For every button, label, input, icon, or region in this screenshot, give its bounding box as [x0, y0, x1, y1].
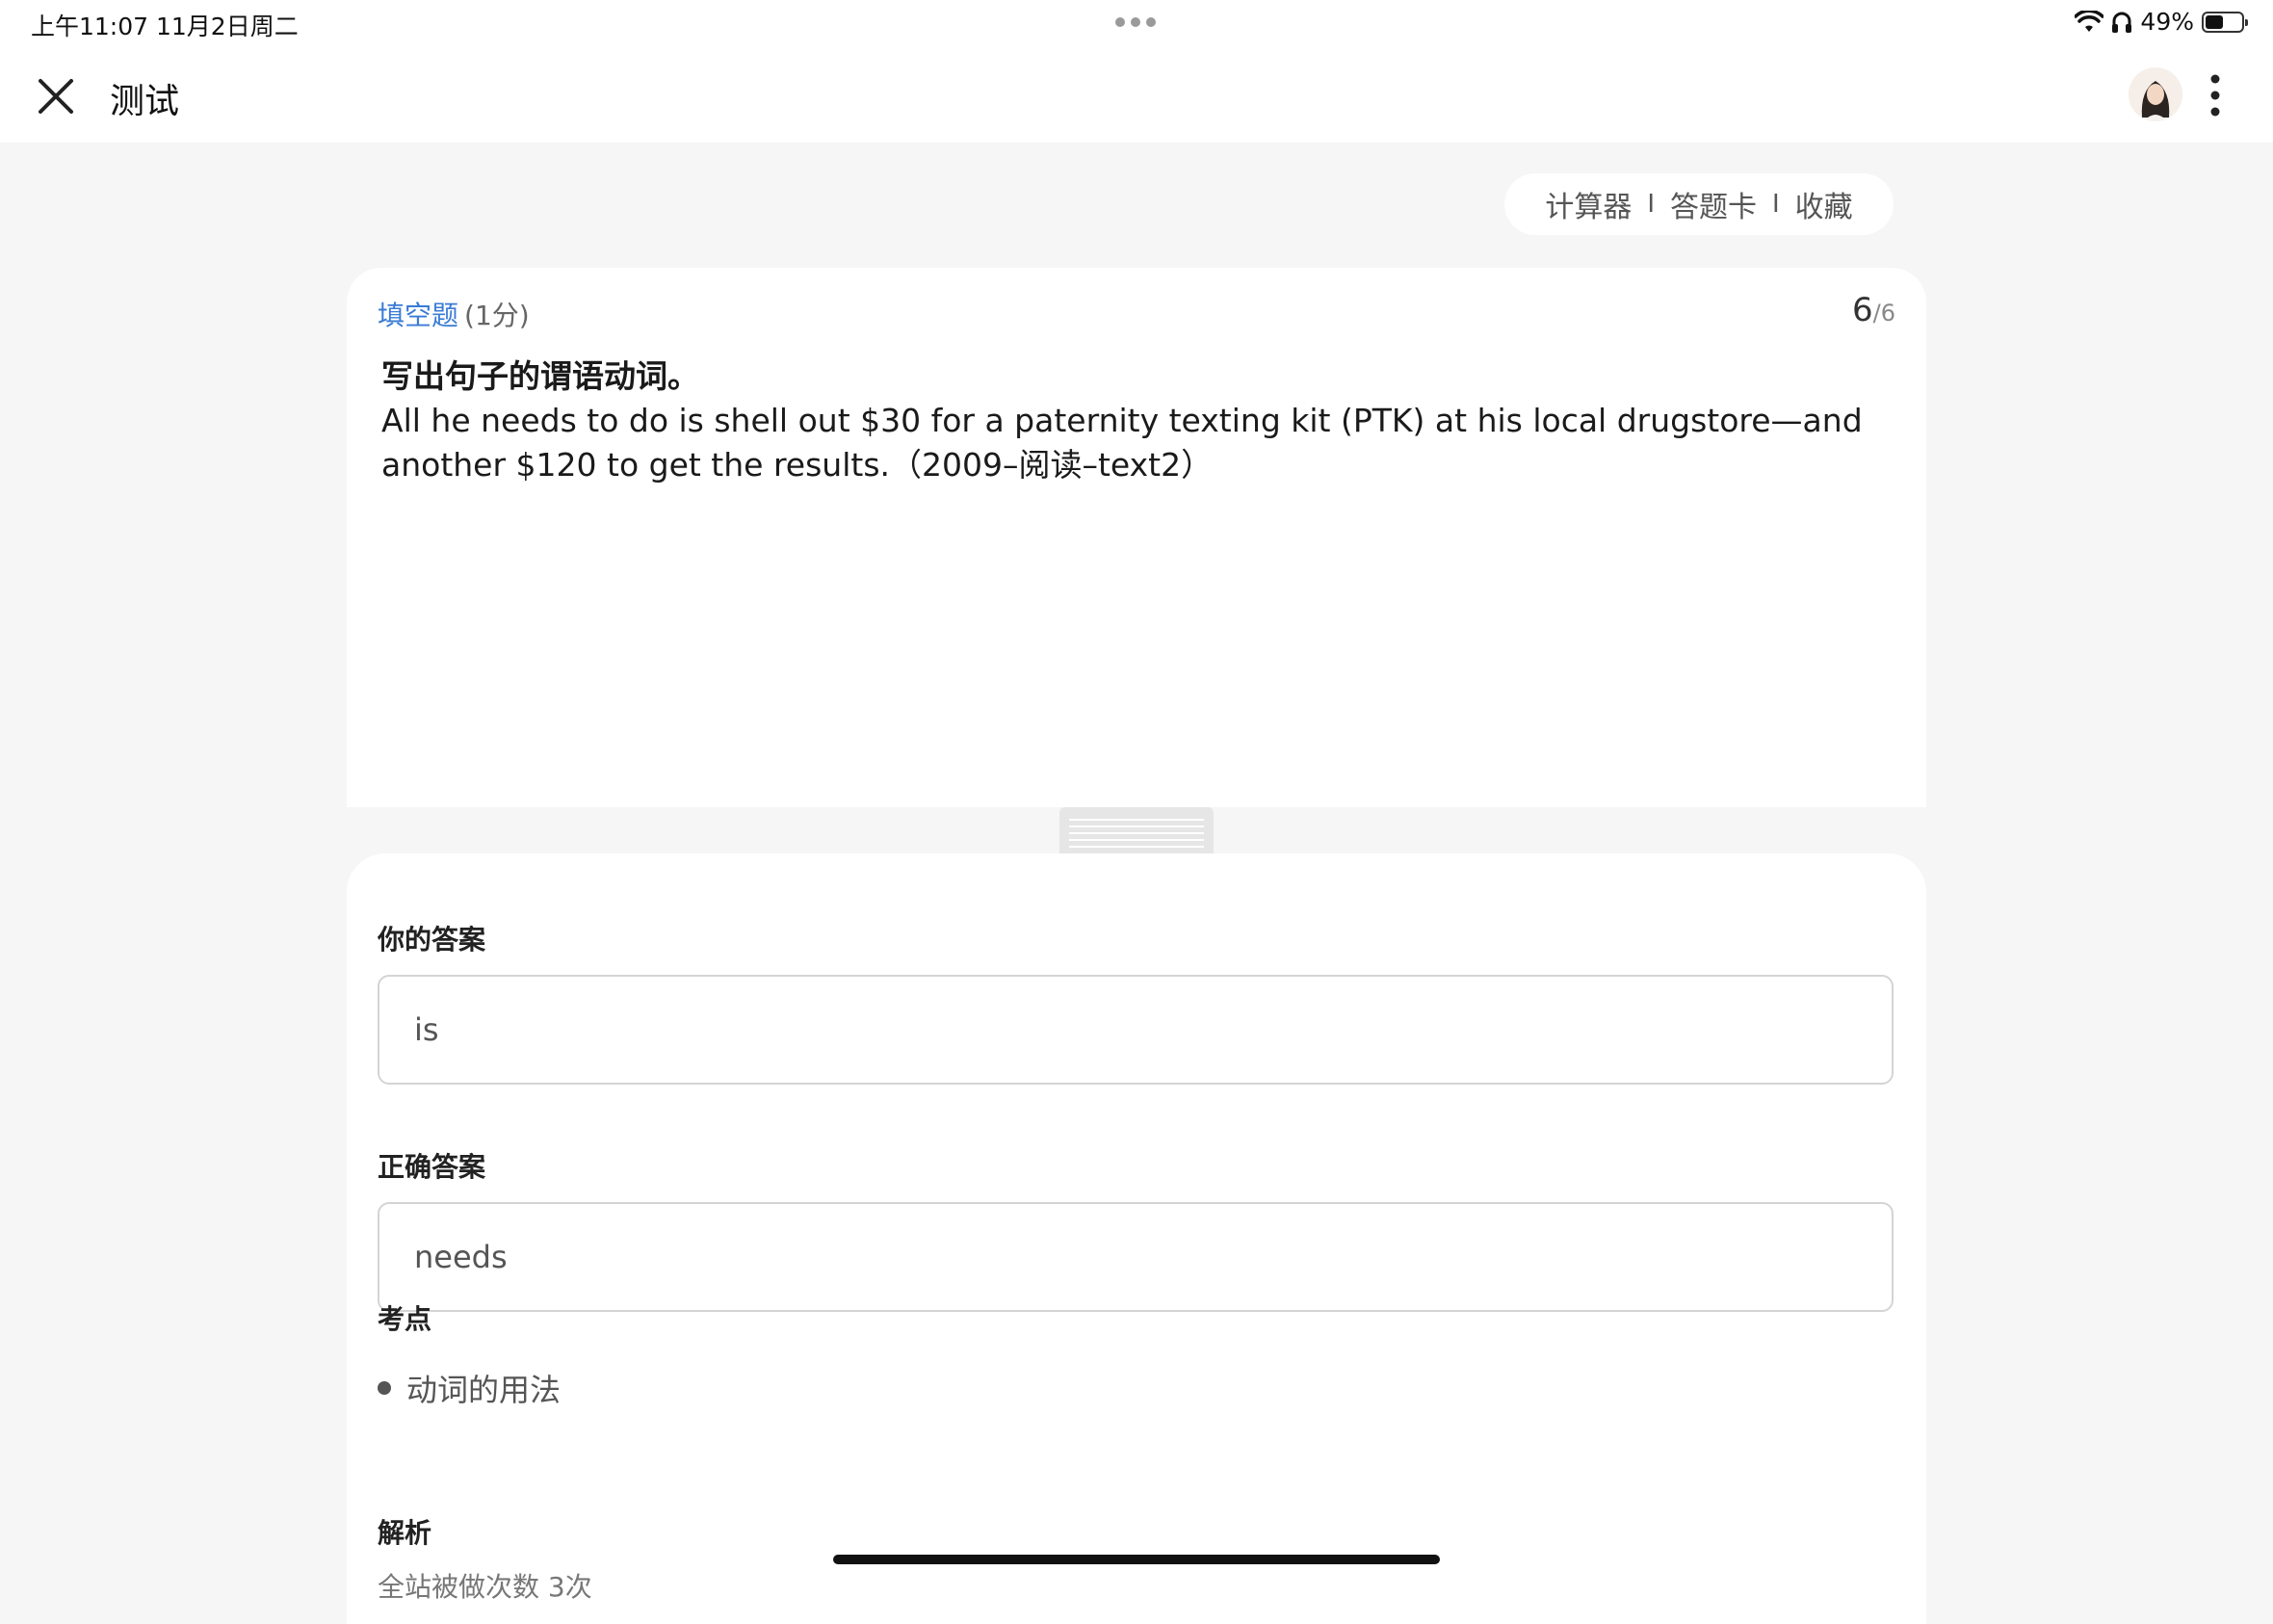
drag-handle[interactable]	[1059, 807, 1214, 853]
multitask-dots-icon[interactable]	[1115, 17, 1156, 27]
status-bar: 上午11:07 11月2日周二 49%	[0, 0, 2273, 46]
battery-icon	[2202, 11, 2248, 33]
your-answer-label: 你的答案	[378, 924, 486, 956]
question-prompt: 写出句子的谓语动词。	[381, 357, 699, 395]
status-right: 49%	[2075, 8, 2248, 36]
battery-percent: 49%	[2140, 8, 2194, 36]
question-current: 6	[1852, 291, 1873, 329]
question-total: /6	[1872, 300, 1895, 327]
wifi-icon	[2075, 10, 2104, 32]
knowledge-point-label: 考点	[378, 1303, 432, 1335]
bullet-icon	[378, 1381, 391, 1395]
question-body: 写出句子的谓语动词。 All he needs to do is shell o…	[381, 354, 1903, 487]
tools-separator: I	[1772, 190, 1780, 219]
calculator-button[interactable]: 计算器	[1545, 183, 1632, 225]
correct-answer-field: needs	[378, 1202, 1894, 1312]
analysis-label: 解析	[378, 1517, 432, 1549]
question-type: 填空题 (1分)	[378, 295, 530, 333]
question-counter: 6/6	[1852, 291, 1895, 329]
more-options-icon[interactable]	[2200, 71, 2231, 119]
headphones-icon	[2112, 12, 2132, 33]
page-title: 测试	[110, 82, 180, 121]
status-time: 上午11:07 11月2日周二	[31, 13, 299, 40]
nav-bar: 测试	[0, 46, 2273, 143]
answer-card-button[interactable]: 答题卡	[1670, 183, 1757, 225]
question-sentence: All he needs to do is shell out $30 for …	[381, 402, 1863, 484]
avatar[interactable]	[2129, 67, 2182, 121]
answer-panel[interactable]: 你的答案 is 正确答案 needs 考点 动词的用法 解析 全站被做次数 3次	[347, 853, 1926, 1624]
favorite-button[interactable]: 收藏	[1795, 183, 1853, 225]
home-indicator[interactable]	[833, 1555, 1440, 1564]
your-answer-field: is	[378, 975, 1894, 1085]
tools-bar: 计算器 I 答题卡 I 收藏	[1504, 173, 1894, 235]
knowledge-point-item: 动词的用法	[378, 1366, 561, 1410]
close-icon[interactable]	[29, 69, 83, 123]
question-score: (1分)	[464, 300, 530, 331]
question-type-label: 填空题	[378, 300, 459, 331]
knowledge-point-text: 动词的用法	[406, 1372, 562, 1408]
tools-separator: I	[1647, 190, 1655, 219]
analysis-subtext: 全站被做次数 3次	[378, 1571, 592, 1603]
correct-answer-label: 正确答案	[378, 1151, 486, 1183]
question-card: 填空题 (1分) 6/6 写出句子的谓语动词。 All he needs to d…	[347, 268, 1926, 807]
